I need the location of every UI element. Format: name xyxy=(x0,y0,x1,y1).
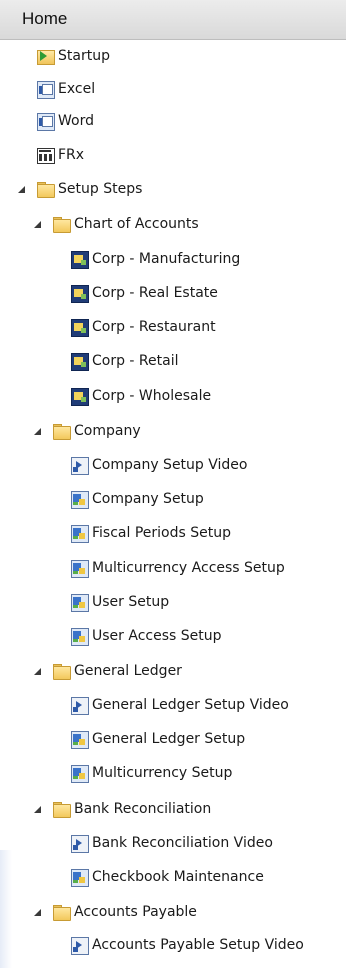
tree-item-fiscal-periods-setup[interactable]: Fiscal Periods Setup xyxy=(70,520,231,546)
tree-item-label: Company xyxy=(74,423,141,439)
collapse-arrow-icon[interactable] xyxy=(34,668,41,675)
tree-item-user-access-setup[interactable]: User Access Setup xyxy=(70,623,222,649)
tree-item-frx[interactable]: FRx xyxy=(36,142,84,168)
tree-item-word[interactable]: Word xyxy=(36,108,94,134)
chart-of-accounts-icon xyxy=(70,250,89,269)
excel-shortcut-icon xyxy=(36,80,55,99)
collapse-arrow-icon[interactable] xyxy=(18,186,25,193)
tree-item-label: Excel xyxy=(58,81,96,97)
tree-item-label: Bank Reconciliation Video xyxy=(92,835,273,851)
tree-item-corp-retail[interactable]: Corp - Retail xyxy=(70,348,179,374)
setup-window-icon xyxy=(70,559,89,578)
tree-folder-accounts-payable[interactable]: Accounts Payable xyxy=(52,899,197,925)
chart-of-accounts-icon xyxy=(70,318,89,337)
tree-item-corp-real-estate[interactable]: Corp - Real Estate xyxy=(70,280,218,306)
tree-item-label: Multicurrency Setup xyxy=(92,765,233,781)
tree-item-label: Company Setup xyxy=(92,491,204,507)
chart-of-accounts-icon xyxy=(70,387,89,406)
tree-item-label: Corp - Retail xyxy=(92,353,179,369)
tree-item-label: User Setup xyxy=(92,594,170,610)
tree-item-label: Corp - Real Estate xyxy=(92,285,218,301)
tree-item-label: Setup Steps xyxy=(58,181,143,197)
tree-item-label: General Ledger xyxy=(74,663,182,679)
tree-item-label: Chart of Accounts xyxy=(74,216,199,232)
tree-item-company-setup[interactable]: Company Setup xyxy=(70,486,204,512)
tree-item-label: General Ledger Setup Video xyxy=(92,697,289,713)
tree-folder-setup-steps[interactable]: Setup Steps xyxy=(36,176,142,202)
tree-item-label: Company Setup Video xyxy=(92,457,248,473)
collapse-arrow-icon[interactable] xyxy=(34,806,41,813)
chart-of-accounts-icon xyxy=(70,352,89,371)
tree-item-general-ledger-setup[interactable]: General Ledger Setup xyxy=(70,726,245,752)
tree-folder-company[interactable]: Company xyxy=(52,418,141,444)
tree-item-corp-manufacturing[interactable]: Corp - Manufacturing xyxy=(70,246,240,272)
tree-item-company-setup-video[interactable]: Company Setup Video xyxy=(70,452,247,478)
tree-item-label: General Ledger Setup xyxy=(92,731,246,747)
folder-icon xyxy=(36,180,55,198)
setup-window-icon xyxy=(70,868,89,887)
setup-window-icon xyxy=(70,524,89,543)
tree-item-multicurrency-setup[interactable]: Multicurrency Setup xyxy=(70,760,232,786)
tree-folder-chart-of-accounts[interactable]: Chart of Accounts xyxy=(52,211,199,237)
collapse-arrow-icon[interactable] xyxy=(34,428,41,435)
video-icon xyxy=(70,936,89,955)
setup-window-icon xyxy=(70,730,89,749)
video-icon xyxy=(70,456,89,475)
tree-item-startup[interactable]: Startup xyxy=(36,43,110,69)
collapse-arrow-icon[interactable] xyxy=(34,221,41,228)
folder-icon xyxy=(52,800,71,818)
tree-item-label: User Access Setup xyxy=(92,628,222,644)
folder-icon xyxy=(52,903,71,921)
setup-window-icon xyxy=(70,627,89,646)
tree-item-excel[interactable]: Excel xyxy=(36,76,95,102)
tree-item-label: Corp - Restaurant xyxy=(92,319,216,335)
setup-window-icon xyxy=(70,490,89,509)
tree-item-label: FRx xyxy=(58,147,85,163)
tree-item-multicurrency-access-setup[interactable]: Multicurrency Access Setup xyxy=(70,555,285,581)
tree-item-label: Corp - Manufacturing xyxy=(92,251,241,267)
chart-of-accounts-icon xyxy=(70,284,89,303)
setup-window-icon xyxy=(70,593,89,612)
tree-item-label: Accounts Payable xyxy=(74,904,197,920)
tree-item-accounts-payable-setup-video[interactable]: Accounts Payable Setup Video xyxy=(70,932,304,958)
frx-report-icon xyxy=(36,146,55,164)
tree-item-label: Accounts Payable Setup Video xyxy=(92,937,304,953)
tree-folder-general-ledger[interactable]: General Ledger xyxy=(52,658,182,684)
tree-item-label: Checkbook Maintenance xyxy=(92,869,264,885)
pane-title: Home xyxy=(22,9,68,28)
startup-folder-icon xyxy=(36,47,55,65)
tree-item-user-setup[interactable]: User Setup xyxy=(70,589,169,615)
folder-icon xyxy=(52,662,71,680)
tree-item-corp-wholesale[interactable]: Corp - Wholesale xyxy=(70,383,211,409)
left-shade xyxy=(0,850,12,968)
tree-item-label: Bank Reconciliation xyxy=(74,801,212,817)
tree-folder-bank-reconciliation[interactable]: Bank Reconciliation xyxy=(52,796,211,822)
setup-window-icon xyxy=(70,764,89,783)
video-icon xyxy=(70,696,89,715)
collapse-arrow-icon[interactable] xyxy=(34,909,41,916)
tree-item-label: Corp - Wholesale xyxy=(92,388,212,404)
folder-icon xyxy=(52,422,71,440)
pane-header: Home xyxy=(0,0,346,40)
tree-item-label: Fiscal Periods Setup xyxy=(92,525,231,541)
tree-item-label: Startup xyxy=(58,48,110,64)
tree-item-checkbook-maintenance[interactable]: Checkbook Maintenance xyxy=(70,864,264,890)
tree-item-bank-reconciliation-video[interactable]: Bank Reconciliation Video xyxy=(70,830,273,856)
word-shortcut-icon xyxy=(36,112,55,131)
tree-item-general-ledger-setup-video[interactable]: General Ledger Setup Video xyxy=(70,692,289,718)
tree-item-label: Multicurrency Access Setup xyxy=(92,560,285,576)
tree-item-corp-restaurant[interactable]: Corp - Restaurant xyxy=(70,314,216,340)
navigation-pane: Home Startup Excel Word FRx Setup Steps … xyxy=(0,0,346,968)
tree-item-label: Word xyxy=(58,113,94,129)
video-icon xyxy=(70,834,89,853)
folder-icon xyxy=(52,215,71,233)
